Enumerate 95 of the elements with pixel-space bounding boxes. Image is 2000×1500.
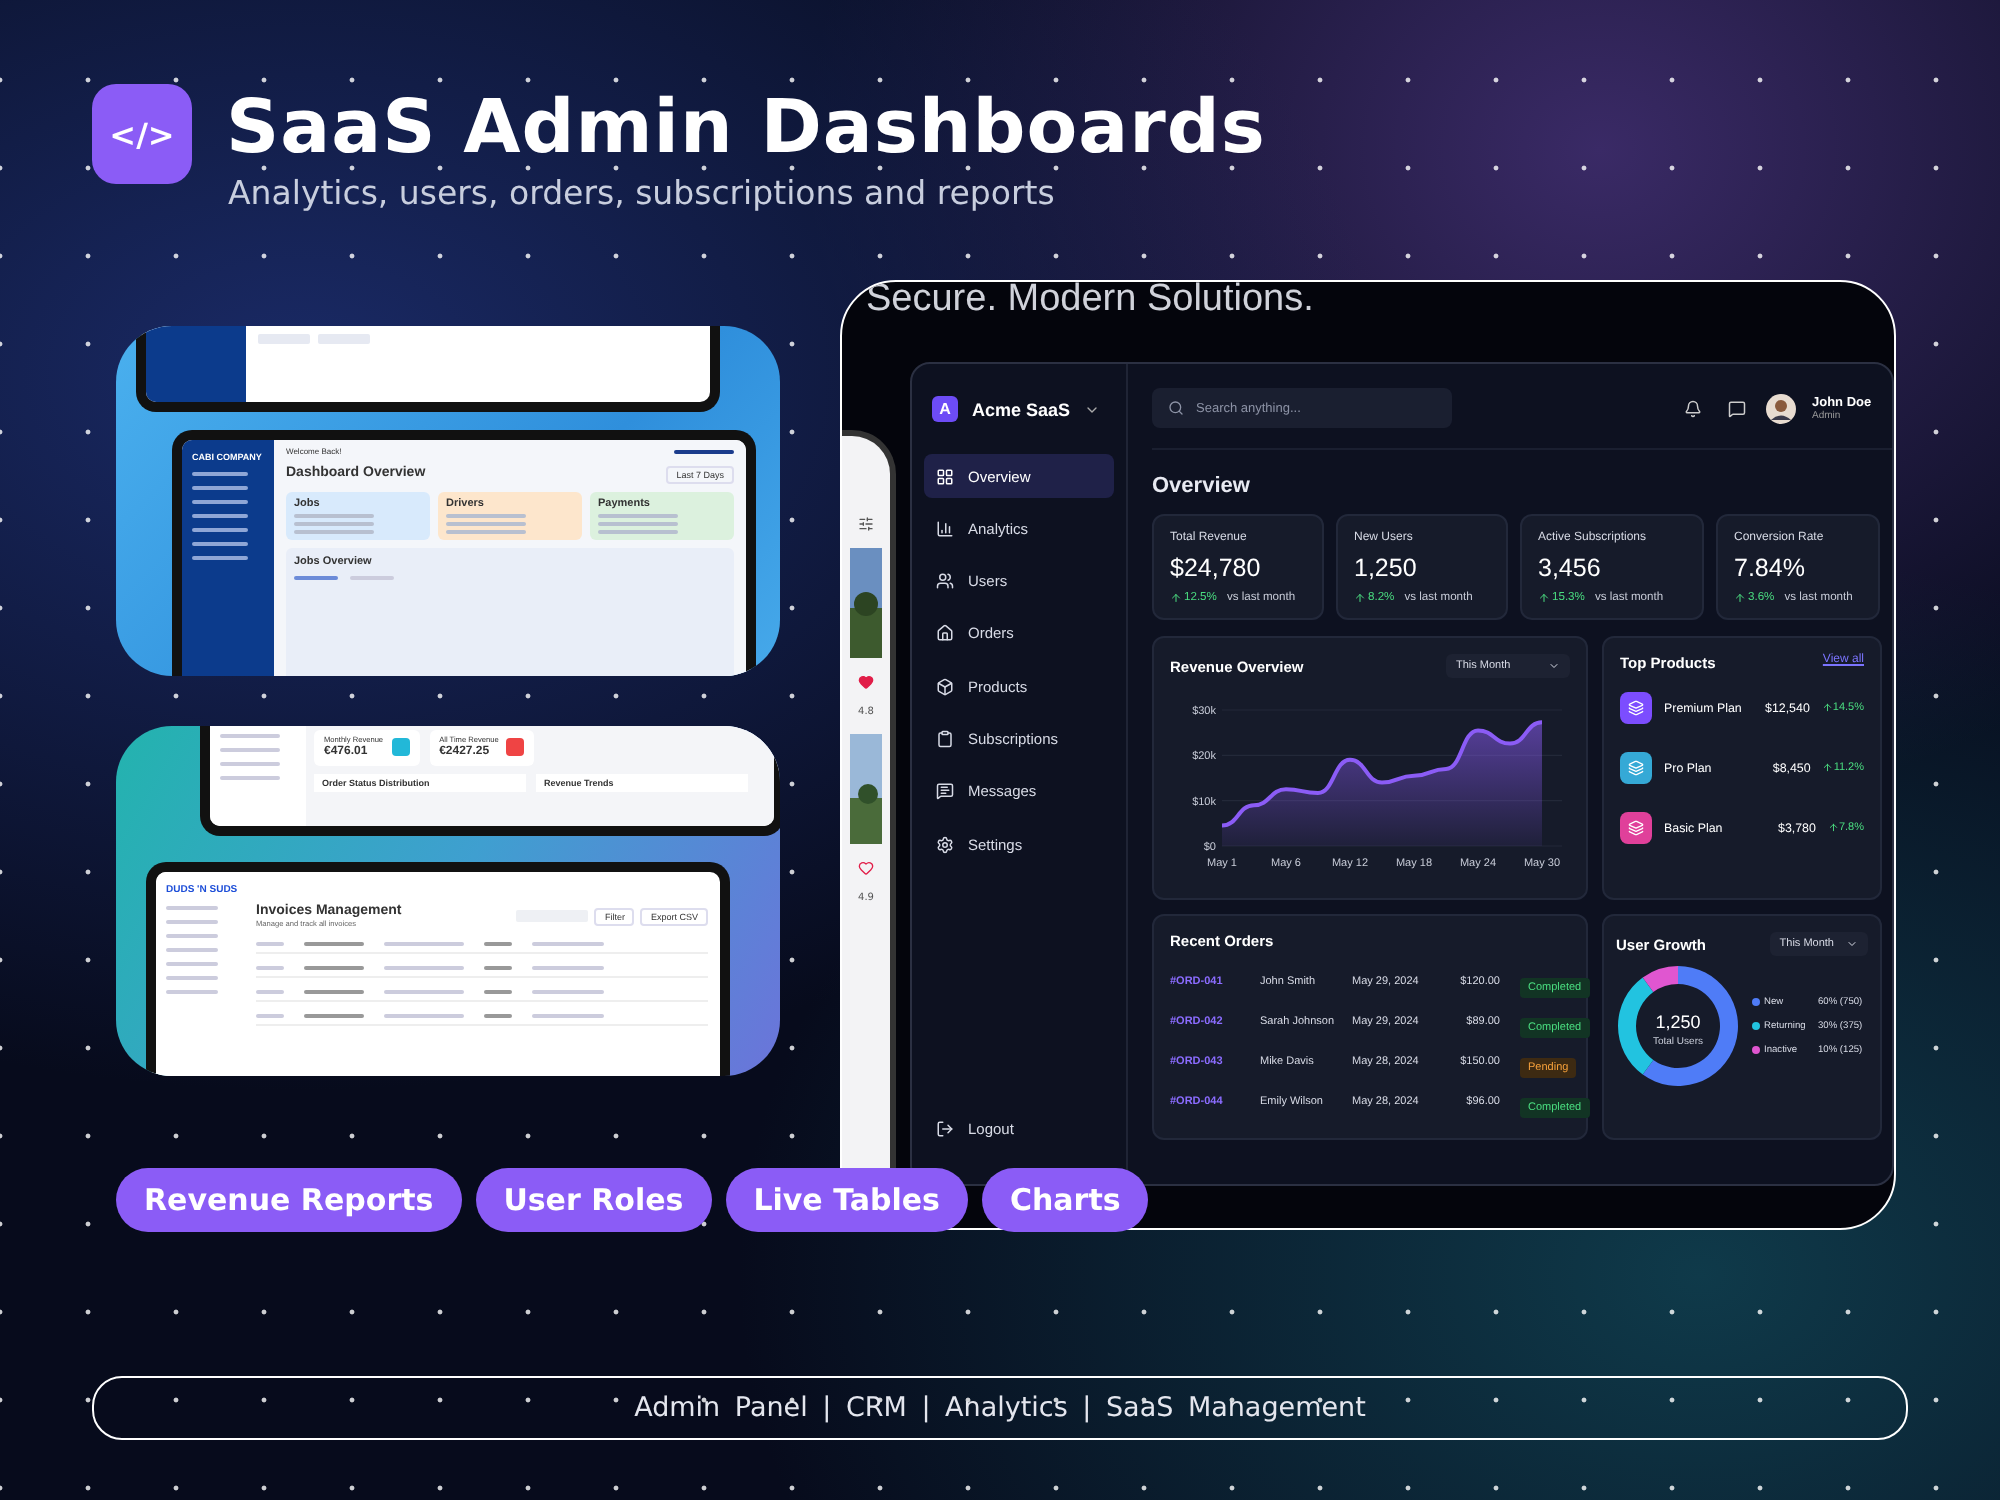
menu-item-line [166,962,218,966]
feature-tag: Charts [981,1168,1149,1232]
page-subtitle: Analytics, users, orders, subscriptions and reports [228,174,1057,212]
tab-line [350,575,394,580]
text-line [532,989,604,994]
text-line [294,530,374,535]
text-line [384,1013,464,1018]
menu-item-line [192,472,248,477]
page-title: SaaS Admin Dashboards [226,84,1266,172]
text-line [304,941,364,946]
stat-value: 1,250 [1354,554,1419,582]
stat-value: 7.84% [1734,554,1807,582]
menu-item-line [166,906,218,910]
menu-item-line [166,934,218,938]
up-arrow-icon [1170,592,1182,604]
up-arrow-icon [1538,592,1550,604]
text-line [484,1013,512,1018]
nav-icon [936,624,954,643]
menu-item-line [166,990,218,994]
button-placeholder [318,334,370,344]
menu-item-line [166,948,218,952]
nav-icon [936,729,954,748]
tagline: Secure. Modern Solutions. [866,282,1316,322]
text-line [256,941,284,946]
up-arrow-icon [1827,822,1839,834]
text-line [598,530,678,535]
text-line [304,965,364,970]
nav-icon [936,572,954,591]
text-line [532,965,604,970]
heart-icon [858,674,874,690]
text-line [294,522,374,527]
code-logo: </> [92,84,192,184]
up-arrow-icon [1822,762,1834,774]
menu-item-line [220,762,280,766]
company-menu [674,450,734,455]
chat-icon[interactable] [1728,399,1746,417]
text-line [294,514,374,519]
nav-icon [936,677,954,696]
donut-total: 1,250 [1655,1012,1701,1032]
menu-item-line [220,748,280,752]
sidebar [146,326,246,402]
text-line [304,989,364,994]
footer-text: Admin Panel | CRM | Analytics | SaaS Management [634,1392,1366,1424]
up-arrow-icon [1354,592,1366,604]
chevron-down-icon [1846,938,1858,950]
menu-item-line [192,514,248,519]
nav-icon [936,519,954,538]
filter-icon [858,516,874,532]
tab-line [294,575,338,580]
text-line [446,514,526,519]
chevron-down-icon [1548,660,1560,672]
text-line [484,989,512,994]
menu-item-line [192,528,248,533]
search-icon [1168,400,1184,416]
nav-icon [936,835,954,854]
text-line [384,941,464,946]
text-line [446,530,526,535]
up-arrow-icon [1821,702,1833,714]
nav-icon [936,782,954,801]
stat-value: 3,456 [1538,554,1603,582]
bell-icon[interactable] [1684,399,1702,417]
text-line [484,941,512,946]
text-line [532,1013,604,1018]
feature-tag: Live Tables [725,1168,968,1232]
menu-item-line [166,976,218,980]
menu-item-line [192,486,248,491]
brand-name: Acme SaaS [972,399,1071,419]
menu-item-line [166,920,218,924]
text-line [256,965,284,970]
button-placeholder [258,334,310,344]
stat-value: $24,780 [1170,554,1263,582]
feature-tag: User Roles [475,1168,712,1232]
menu-item-line [220,734,280,738]
text-line [384,965,464,970]
logout-icon [936,1120,954,1139]
feature-tag: Revenue Reports [116,1168,462,1232]
text-line [384,989,464,994]
text-line [532,941,604,946]
menu-item-line [192,542,248,547]
avatar-icon[interactable] [1766,393,1796,423]
text-line [256,989,284,994]
brand-logo: A [932,396,958,422]
menu-item-line [192,556,248,561]
text-line [598,522,678,527]
nav-icon [936,467,954,485]
text-line [446,522,526,527]
up-arrow-icon [1734,592,1746,604]
menu-item-line [192,500,248,505]
page-title: Overview [1152,474,1252,498]
text-line [598,514,678,519]
text-line [484,965,512,970]
heart-icon [858,860,874,876]
text-line [256,1013,284,1018]
text-line [304,1013,364,1018]
menu-item-line [220,776,280,780]
